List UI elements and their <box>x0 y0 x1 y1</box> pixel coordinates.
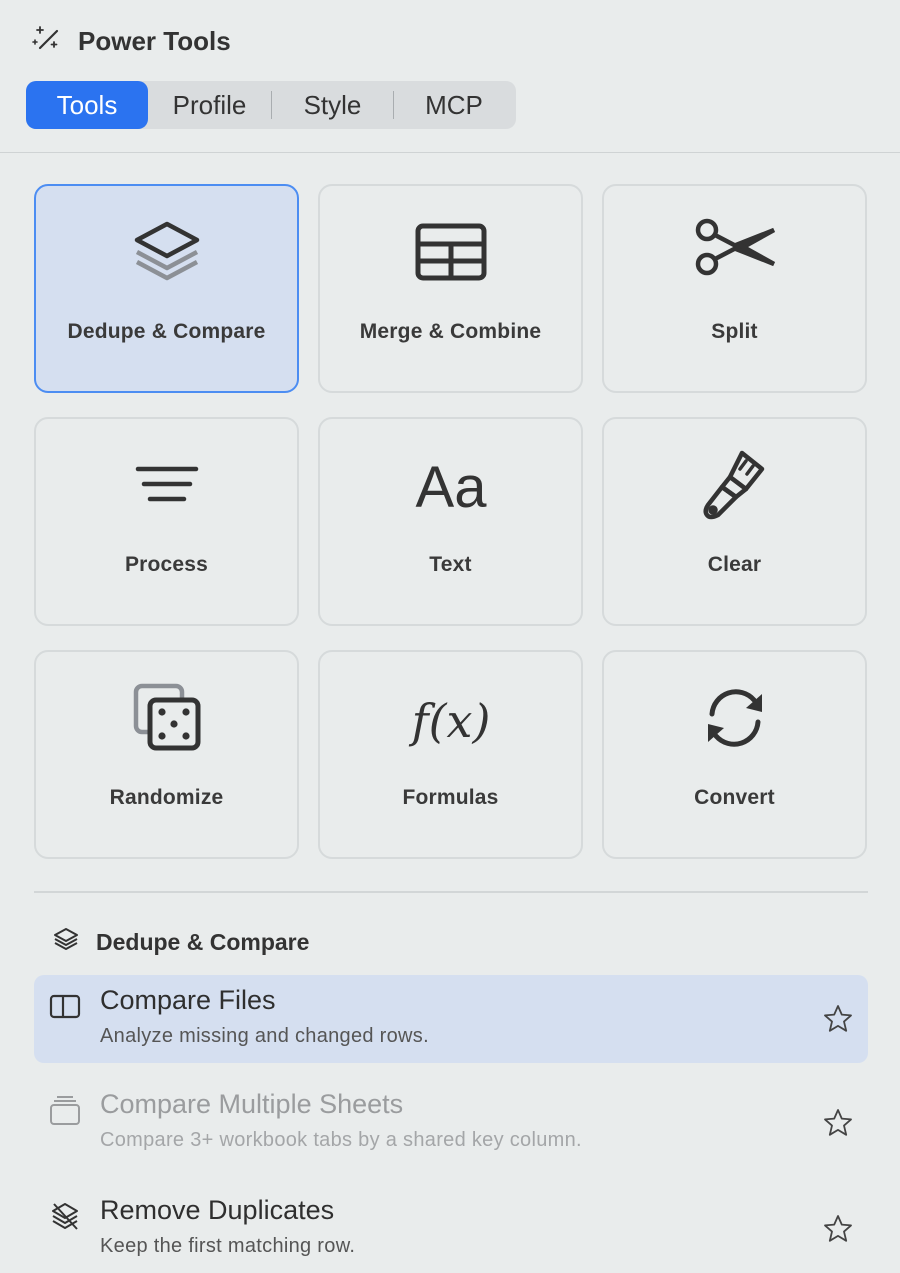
tool-card-label: Clear <box>707 553 762 576</box>
tool-card-merge-combine[interactable]: Merge & Combine <box>318 184 583 393</box>
tool-item-name: Remove Duplicates <box>100 1195 335 1225</box>
tool-card-convert[interactable]: Convert <box>602 650 867 859</box>
brush-icon <box>685 449 785 521</box>
split-panel-icon <box>49 994 81 1019</box>
star-icon[interactable] <box>822 1213 854 1245</box>
tab-bar: Tools Profile Style MCP <box>26 81 516 129</box>
tool-item-remove-duplicates[interactable]: Remove Duplicates Keep the first matchin… <box>34 1185 868 1273</box>
tool-card-formulas[interactable]: f(x) Formulas <box>318 650 583 859</box>
tool-item-description: Keep the first matching row. <box>100 1235 356 1257</box>
dice-icon <box>117 682 217 754</box>
tool-card-label: Merge & Combine <box>359 320 542 343</box>
text-aa-icon: Aa <box>401 449 501 521</box>
scissors-icon <box>685 216 785 288</box>
tool-card-label: Text <box>429 553 472 576</box>
tab-tools[interactable]: Tools <box>26 81 148 129</box>
star-icon[interactable] <box>822 1107 854 1139</box>
tab-mcp[interactable]: MCP <box>394 81 514 129</box>
function-glyph: f(x) <box>408 694 490 748</box>
tool-card-label: Convert <box>694 786 775 809</box>
section-title: Dedupe & Compare <box>96 928 310 955</box>
tab-style[interactable]: Style <box>272 81 393 129</box>
app-title: Power Tools <box>78 26 231 56</box>
text-aa-glyph: Aa <box>415 455 487 520</box>
tool-item-name: Compare Multiple Sheets <box>100 1089 404 1119</box>
title-row: Power Tools <box>30 22 231 61</box>
tool-item-name: Compare Files <box>100 985 276 1015</box>
divider <box>34 891 868 893</box>
header: Power Tools Tools Profile Style MCP <box>0 0 900 153</box>
tool-card-label: Split <box>711 320 758 343</box>
layers-icon <box>117 216 217 288</box>
tool-card-label: Process <box>124 553 209 576</box>
tool-card-label: Formulas <box>402 786 499 809</box>
tool-item-description: Analyze missing and changed rows. <box>100 1025 429 1047</box>
tool-card-split[interactable]: Split <box>602 184 867 393</box>
lines-icon <box>117 449 217 521</box>
tool-card-clear[interactable]: Clear <box>602 417 867 626</box>
star-icon[interactable] <box>822 1003 854 1035</box>
tool-item-compare-multiple-sheets[interactable]: Compare Multiple Sheets Compare 3+ workb… <box>34 1079 868 1167</box>
table-icon <box>401 216 501 288</box>
function-icon: f(x) <box>401 682 501 754</box>
tool-card-randomize[interactable]: Randomize <box>34 650 299 859</box>
tool-item-compare-files[interactable]: Compare Files Analyze missing and change… <box>34 975 868 1063</box>
tool-item-description: Compare 3+ workbook tabs by a shared key… <box>100 1129 582 1151</box>
tool-card-text[interactable]: Aa Text <box>318 417 583 626</box>
layers-slash-icon <box>52 1203 78 1230</box>
tool-card-dedupe-compare[interactable]: Dedupe & Compare <box>34 184 299 393</box>
tab-profile[interactable]: Profile <box>148 81 271 129</box>
tool-grid: Dedupe & Compare Merge & Combine Split P… <box>34 184 867 859</box>
tool-card-label: Dedupe & Compare <box>67 320 266 343</box>
refresh-icon <box>685 682 785 754</box>
stack-icon <box>50 1096 80 1125</box>
tool-card-process[interactable]: Process <box>34 417 299 626</box>
magic-wand-icon <box>30 22 64 61</box>
layers-icon <box>52 925 80 959</box>
tool-card-label: Randomize <box>109 786 224 809</box>
section-header: Dedupe & Compare <box>36 925 309 959</box>
